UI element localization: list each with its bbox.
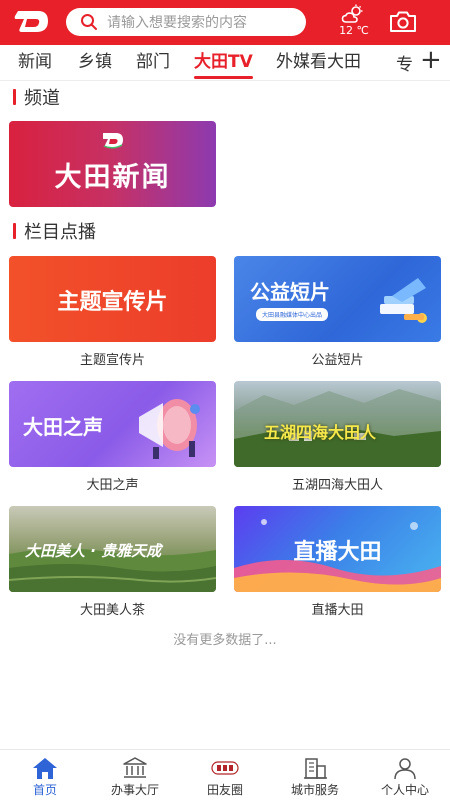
nav-friends-circle[interactable]: 田友圈 <box>180 750 270 800</box>
tab-datian-tv[interactable]: 大田TV <box>194 51 253 79</box>
city-building-icon <box>304 758 327 779</box>
no-more-data-text: 没有更多数据了... <box>173 633 277 648</box>
program-item-live-datian[interactable]: 直播大田 直播大田 <box>234 506 441 618</box>
program-item-public-welfare[interactable]: 公益短片 大田县融媒体中心出品 公益短片 <box>234 256 441 368</box>
temperature-text: 12 ℃ <box>339 24 369 37</box>
nav-label: 个人中心 <box>380 783 429 797</box>
program-caption: 主题宣传片 <box>79 353 145 368</box>
search-bar[interactable]: 请输入想要搜索的内容 <box>66 8 306 36</box>
program-thumbnail: 五湖四海大田人 <box>234 381 441 467</box>
program-thumbnail: 直播大田 <box>234 506 441 592</box>
category-tabs: 新闻 乡镇 部门 大田TV 外媒看大田 专 + <box>0 45 450 81</box>
tab-departments[interactable]: 部门 <box>136 51 170 73</box>
program-caption: 大田美人茶 <box>79 603 145 618</box>
search-placeholder: 请输入想要搜索的内容 <box>107 15 247 31</box>
nav-home[interactable]: 首页 <box>0 750 90 800</box>
app-logo-icon[interactable] <box>12 7 52 37</box>
nav-service-hall[interactable]: 办事大厅 <box>90 750 180 800</box>
program-item-voice-of-datian[interactable]: 大田之声 大田之声 <box>9 381 216 493</box>
channel-logo-icon <box>103 133 123 149</box>
program-thumbnail: 大田之声 <box>9 381 216 467</box>
program-caption: 大田之声 <box>86 478 139 493</box>
weather-widget[interactable]: 12 ℃ <box>332 4 376 40</box>
person-icon <box>394 758 416 780</box>
program-item-datian-people[interactable]: 五湖四海大田人 五湖四海大田人 <box>234 381 441 493</box>
nav-label: 办事大厅 <box>110 783 159 797</box>
channel-section-title: 频道 <box>24 88 60 109</box>
programs-section-header: 栏目点播 <box>13 218 96 244</box>
tianyouquan-logo-icon <box>211 761 239 775</box>
tab-special[interactable]: 专 <box>396 50 413 75</box>
nav-label: 城市服务 <box>290 783 339 797</box>
tab-news[interactable]: 新闻 <box>18 51 52 73</box>
add-tab-button[interactable]: + <box>420 45 442 75</box>
thumbnail-subtitle: 大田县融媒体中心出品 <box>256 308 329 321</box>
bank-icon <box>123 757 147 778</box>
thumbnail-title: 大田美人 · 贵雅天成 <box>25 542 162 560</box>
section-accent-bar <box>13 89 16 105</box>
nav-label: 田友圈 <box>206 783 243 797</box>
nav-label: 首页 <box>32 783 57 797</box>
channel-section-header: 频道 <box>13 84 60 110</box>
thumbnail-title: 大田之声 <box>23 415 103 439</box>
home-icon <box>33 758 57 779</box>
program-thumbnail: 公益短片 大田县融媒体中心出品 <box>234 256 441 342</box>
program-caption: 五湖四海大田人 <box>291 478 383 493</box>
channel-card-title: 大田新闻 <box>54 162 171 193</box>
tab-foreign-media[interactable]: 外媒看大田 <box>276 51 361 73</box>
tab-towns[interactable]: 乡镇 <box>78 51 112 73</box>
thumbnail-title: 直播大田 <box>293 540 382 565</box>
bottom-navigation: 首页 办事大厅 田友圈 城市服务 个人中心 <box>0 749 450 800</box>
cloud-sun-icon <box>341 4 363 23</box>
thumbnail-title: 主题宣传片 <box>57 290 168 315</box>
program-caption: 直播大田 <box>311 603 364 618</box>
books-illustration-icon <box>380 278 427 323</box>
nav-city-services[interactable]: 城市服务 <box>270 750 360 800</box>
camera-icon[interactable] <box>389 11 417 33</box>
section-accent-bar <box>13 223 16 239</box>
megaphone-illustration-icon <box>139 399 200 459</box>
program-caption: 公益短片 <box>311 353 364 368</box>
programs-section-title: 栏目点播 <box>24 222 96 243</box>
program-thumbnail: 主题宣传片 <box>9 256 216 342</box>
program-thumbnail: 大田美人 · 贵雅天成 <box>9 506 216 592</box>
nav-profile[interactable]: 个人中心 <box>360 750 450 800</box>
app-header: 请输入想要搜索的内容 12 ℃ <box>0 0 450 45</box>
program-item-theme-promo[interactable]: 主题宣传片 主题宣传片 <box>9 256 216 368</box>
search-icon <box>81 14 97 30</box>
thumbnail-title: 公益短片 <box>250 280 330 304</box>
thumbnail-title: 五湖四海大田人 <box>264 423 377 442</box>
program-item-beauty-tea[interactable]: 大田美人 · 贵雅天成 大田美人茶 <box>9 506 216 618</box>
channel-card-datian-news[interactable]: 大田新闻 <box>9 121 216 207</box>
